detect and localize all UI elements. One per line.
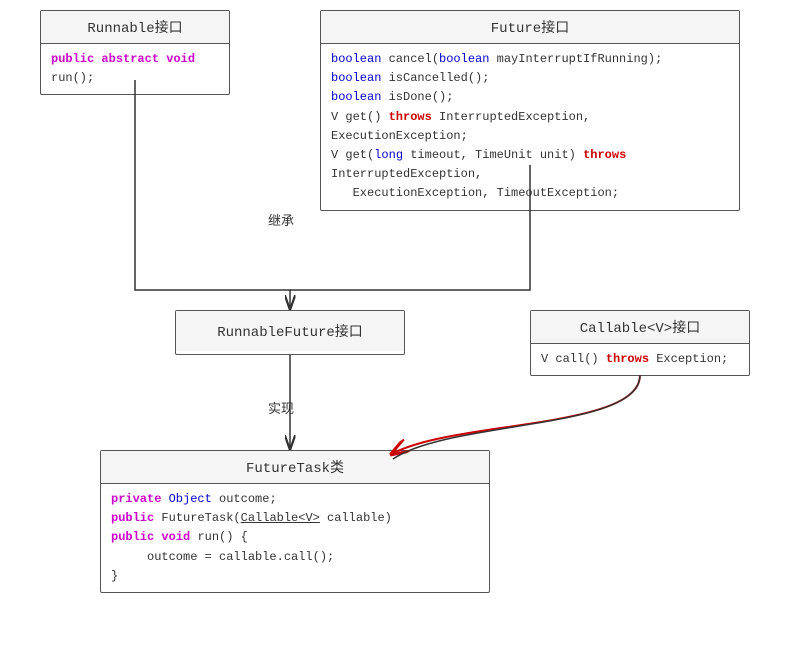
futuretask-constructor: FutureTask(Callable<V> callable) bbox=[161, 511, 391, 525]
runnable-body: public abstract void run(); bbox=[41, 44, 229, 94]
callable-to-futuretask-arrow-red bbox=[390, 375, 640, 455]
kw-void: void bbox=[166, 52, 195, 66]
isdone-method: isDone(); bbox=[389, 90, 454, 104]
future-title: Future接口 bbox=[321, 11, 739, 44]
kw-public: public bbox=[51, 52, 101, 66]
callable-title: Callable<V>接口 bbox=[531, 311, 749, 344]
runnablefuture-title: RunnableFuture接口 bbox=[176, 311, 404, 351]
kw-abstract: abstract bbox=[101, 52, 166, 66]
kw-private: private bbox=[111, 492, 169, 506]
kw-public-3: public bbox=[111, 530, 161, 544]
callable-to-futuretask-arrow-black bbox=[393, 375, 640, 459]
kw-boolean-3: boolean bbox=[331, 90, 389, 104]
runnable-box: Runnable接口 public abstract void run(); bbox=[40, 10, 230, 95]
diagram-container: Runnable接口 public abstract void run(); F… bbox=[0, 0, 800, 650]
call-method: V call() throws Exception; bbox=[541, 352, 728, 366]
future-body: boolean cancel(boolean mayInterruptIfRun… bbox=[321, 44, 739, 210]
inheritance-label: 继承 bbox=[268, 210, 294, 229]
callable-box: Callable<V>接口 V call() throws Exception; bbox=[530, 310, 750, 376]
future-box: Future接口 boolean cancel(boolean mayInter… bbox=[320, 10, 740, 211]
kw-public-2: public bbox=[111, 511, 161, 525]
kw-boolean-2: boolean bbox=[331, 71, 389, 85]
implement-label: 实现 bbox=[268, 398, 294, 417]
runnable-title: Runnable接口 bbox=[41, 11, 229, 44]
runnable-to-runnablefuture-arrow bbox=[135, 80, 290, 310]
run-method-2: run() { bbox=[197, 530, 247, 544]
close-brace: } bbox=[111, 569, 118, 583]
outcome-field: outcome; bbox=[219, 492, 277, 506]
outcome-line: outcome = callable.call(); bbox=[111, 550, 334, 564]
iscancelled-method: isCancelled(); bbox=[389, 71, 490, 85]
futuretask-body: private Object outcome; public FutureTas… bbox=[101, 484, 489, 592]
futuretask-title: FutureTask类 bbox=[101, 451, 489, 484]
kw-object: Object bbox=[169, 492, 219, 506]
kw-boolean-1: boolean bbox=[331, 52, 389, 66]
cancel-method: cancel(boolean mayInterruptIfRunning); bbox=[389, 52, 663, 66]
run-method: run(); bbox=[51, 71, 94, 85]
get-timeout-exceptions: ExecutionException, TimeoutException; bbox=[331, 186, 619, 200]
get-method: V get() throws InterruptedException, Exe… bbox=[331, 110, 590, 143]
get-timeout-method: V get(long timeout, TimeUnit unit) throw… bbox=[331, 148, 626, 181]
runnablefuture-box: RunnableFuture接口 bbox=[175, 310, 405, 355]
kw-void-2: void bbox=[161, 530, 197, 544]
futuretask-box: FutureTask类 private Object outcome; publ… bbox=[100, 450, 490, 593]
callable-body: V call() throws Exception; bbox=[531, 344, 749, 375]
